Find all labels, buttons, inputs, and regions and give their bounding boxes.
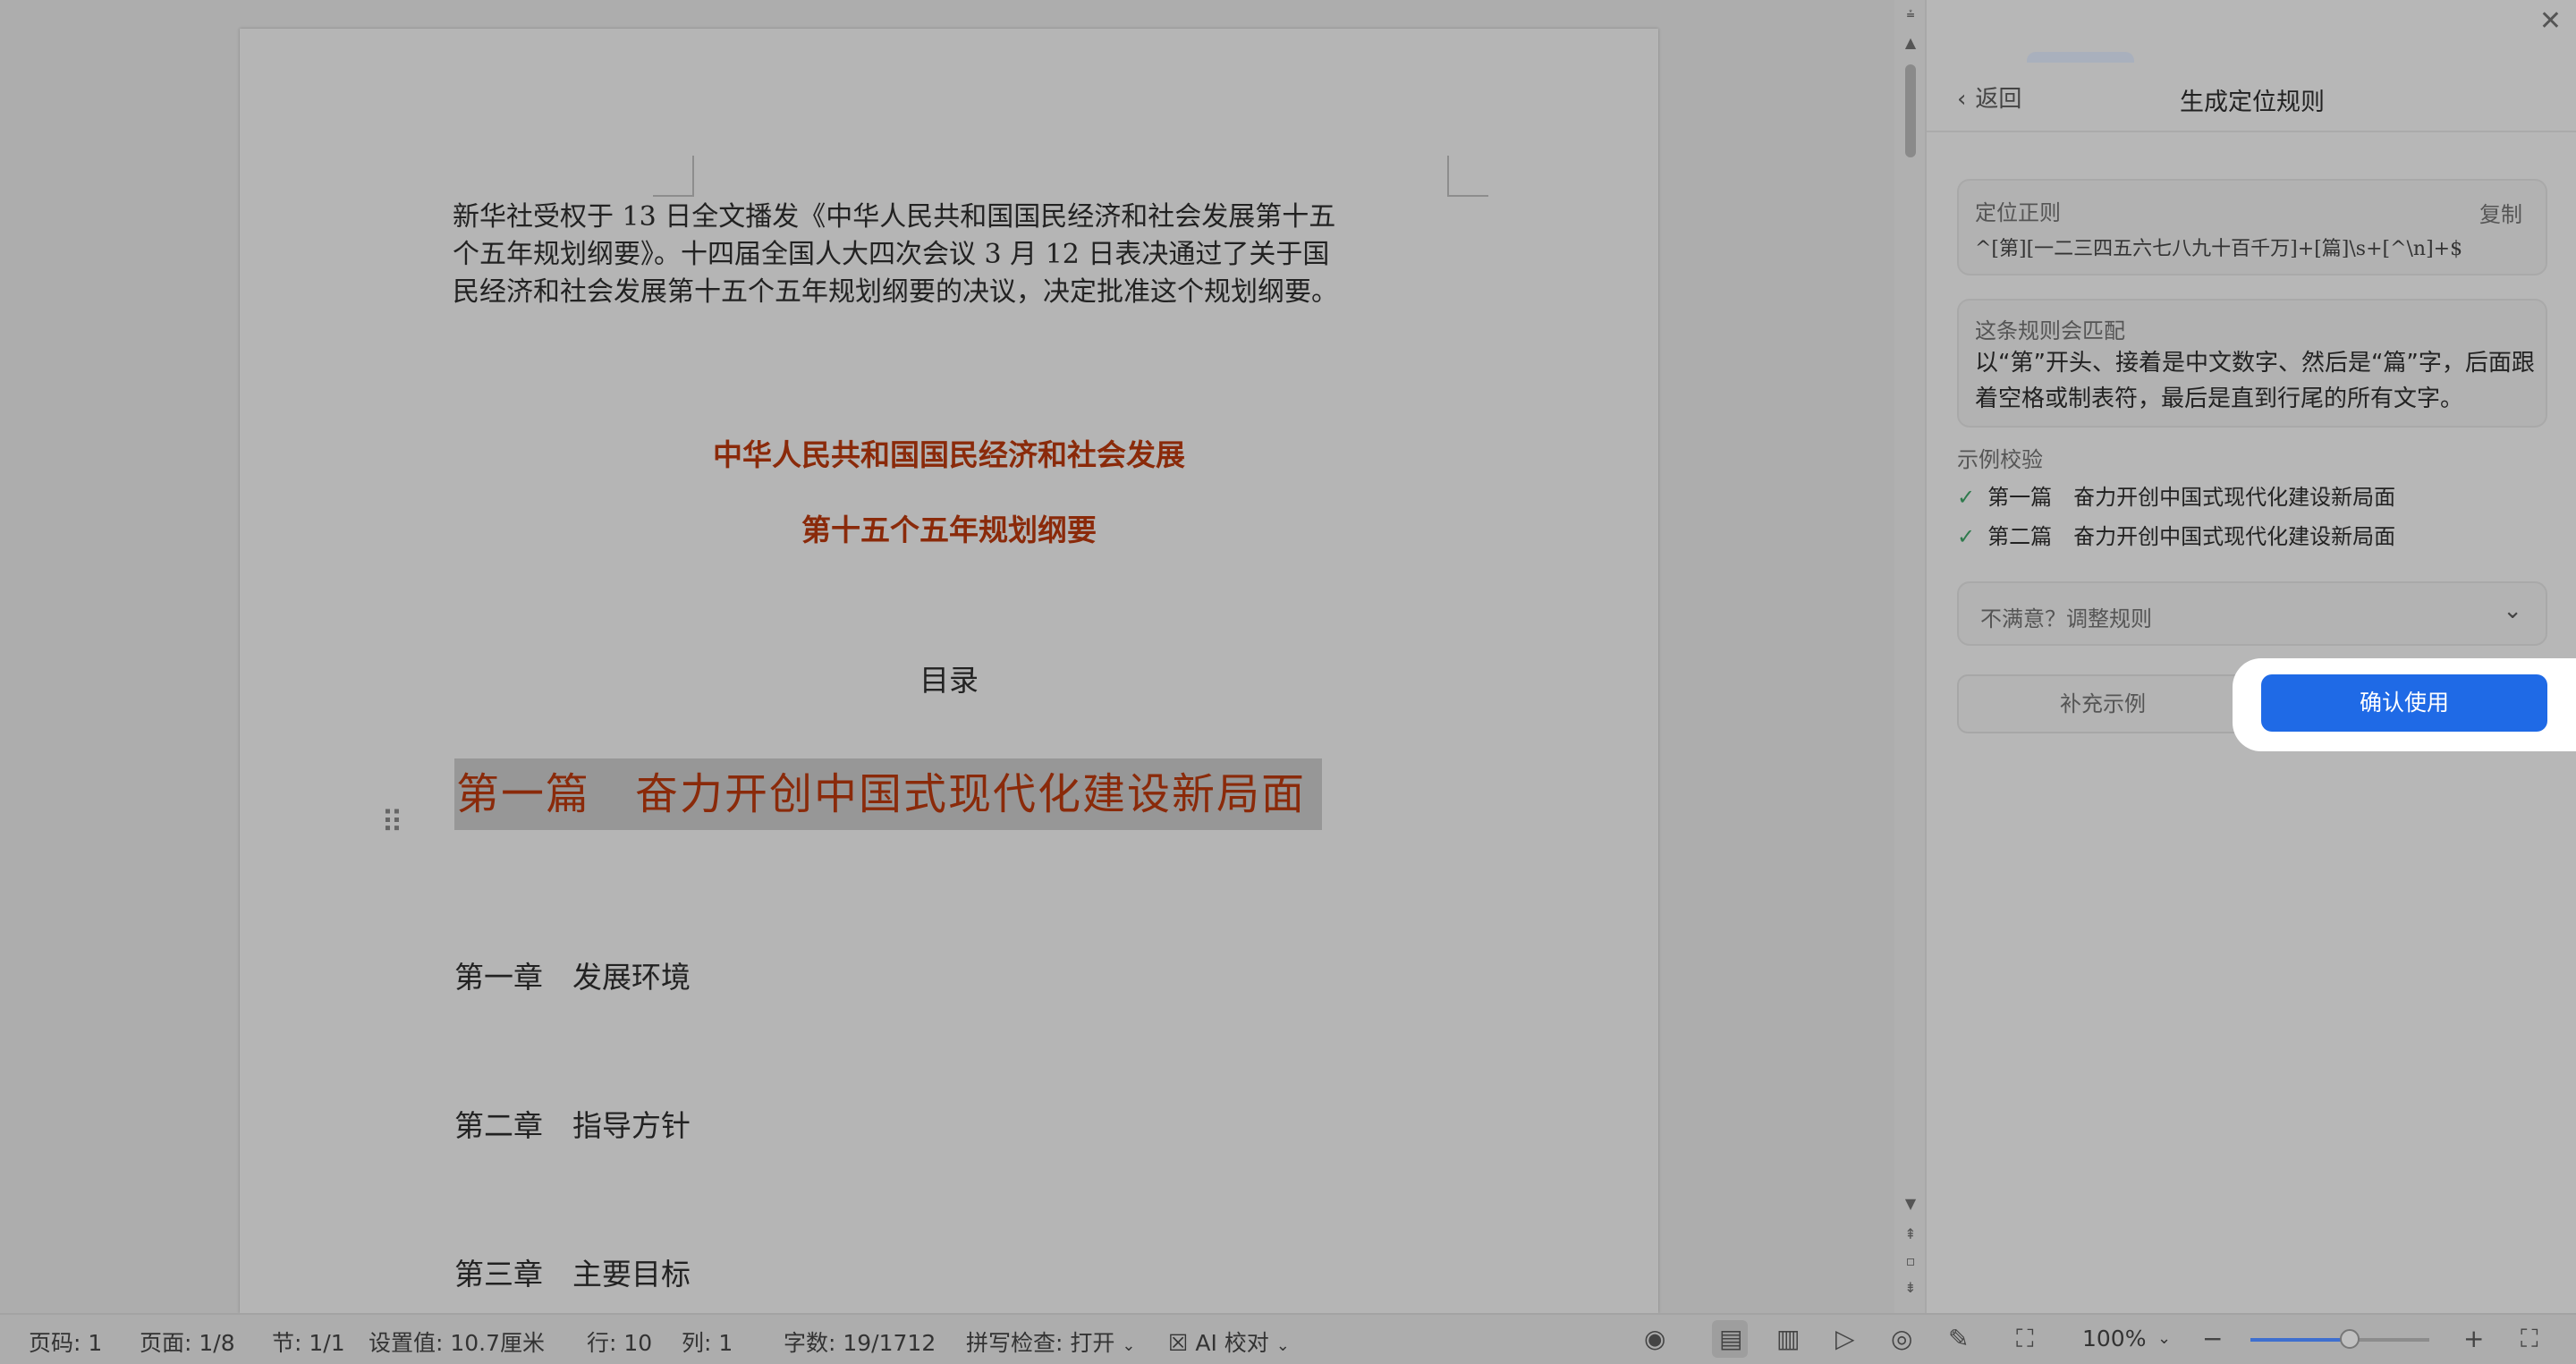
check-icon: ✓ — [1957, 524, 1976, 549]
status-bar: 页码: 1 页面: 1/8 节: 1/1 设置值: 10.7厘米 行: 10 列… — [0, 1313, 2576, 1364]
example-text: 第一篇 奋力开创中国式现代化建设新局面 — [1987, 485, 2396, 510]
regex-card: 定位正则 复制 ^[第][一二三四五六七八九十百千万]+[篇]\s+[^\n]+… — [1957, 179, 2547, 275]
zoom-slider-fill — [2250, 1338, 2349, 1342]
crop-mark-top-left — [653, 156, 694, 197]
proofread-icon: ☒ — [1168, 1330, 1189, 1356]
copy-button[interactable]: 复制 — [2479, 197, 2522, 228]
match-description: 以“第”开头、接着是中文数字、然后是“篇”字，后面跟着空格或制表符，最后是直到行… — [1975, 350, 2535, 412]
regex-value[interactable]: ^[第][一二三四五六七八九十百千万]+[篇]\s+[^\n]+$ — [1975, 233, 2462, 261]
collapse-top-icon[interactable]: ⩮ — [1902, 5, 1919, 23]
chevron-down-icon[interactable]: ⌄ — [2157, 1329, 2171, 1348]
adjust-rule-dropdown[interactable]: 不满意？调整规则 ⌄ — [1957, 581, 2547, 646]
vertical-scrollbar[interactable]: ⩮ ▲ ▼ ⇞ ▫ ⇟ — [1894, 0, 1925, 1313]
play-icon[interactable]: ▷ — [1835, 1324, 1855, 1353]
page-number[interactable]: 页码: 1 — [29, 1326, 102, 1358]
zoom-level[interactable]: 100% — [2082, 1326, 2146, 1351]
chapter-heading[interactable]: 第二章 指导方针 — [454, 1102, 691, 1145]
section-indicator[interactable]: 节: 1/1 — [272, 1326, 345, 1358]
heading-part1-selected[interactable]: 第一篇 奋力开创中国式现代化建设新局面 — [454, 758, 1323, 830]
rule-panel: ✕ ‹ 返回 生成定位规则 定位正则 复制 ^[第][一二三四五六七八九十百千万]… — [1925, 0, 2576, 1313]
ai-proofread-label: AI 校对 — [1195, 1330, 1269, 1356]
outline-view-icon[interactable]: ▥ — [1776, 1324, 1800, 1353]
scroll-down-icon[interactable]: ▼ — [1902, 1195, 1919, 1213]
panel-tab-indicator — [2027, 52, 2134, 63]
pen-icon[interactable]: ✎ — [1948, 1324, 1969, 1353]
web-view-icon[interactable]: ◎ — [1891, 1324, 1912, 1353]
chapter-heading[interactable]: 第三章 主要目标 — [454, 1250, 691, 1293]
confirm-use-button[interactable]: 确认使用 — [2261, 674, 2547, 732]
prev-page-icon[interactable]: ⇞ — [1902, 1225, 1919, 1243]
scroll-up-icon[interactable]: ▲ — [1902, 34, 1919, 52]
check-icon: ✓ — [1957, 485, 1976, 510]
example-item: ✓ 第二篇 奋力开创中国式现代化建设新局面 — [1957, 519, 2395, 550]
document-page[interactable]: 新华社受权于 13 日全文播发《中华人民共和国国民经济和社会发展第十五 个五年规… — [240, 29, 1658, 1313]
page-view-icon[interactable]: ▤ — [1719, 1324, 1742, 1353]
zoom-out-icon[interactable]: − — [2202, 1324, 2223, 1353]
spell-check-toggle[interactable]: 拼写检查: 打开 ⌄ — [966, 1326, 1135, 1358]
scrollbar-thumb[interactable] — [1905, 64, 1916, 157]
match-description-card: 这条规则会匹配 以“第”开头、接着是中文数字、然后是“篇”字，后面跟着空格或制表… — [1957, 299, 2547, 428]
document-area: 新华社受权于 13 日全文播发《中华人民共和国国民经济和社会发展第十五 个五年规… — [0, 0, 1925, 1313]
example-text: 第二篇 奋力开创中国式现代化建设新局面 — [1987, 524, 2396, 549]
panel-title: 生成定位规则 — [2180, 89, 2325, 116]
example-item: ✓ 第一篇 奋力开创中国式现代化建设新局面 — [1957, 479, 2395, 511]
crop-mark-top-right — [1447, 156, 1488, 197]
drag-handle-icon[interactable]: ⠿ — [381, 805, 403, 841]
next-page-icon[interactable]: ⇟ — [1902, 1279, 1919, 1297]
toc-heading: 目录 — [919, 663, 979, 698]
examples-title: 示例校验 — [1957, 447, 2043, 472]
intro-paragraph[interactable]: 新华社受权于 13 日全文播发《中华人民共和国国民经济和社会发展第十五 个五年规… — [453, 199, 1658, 311]
doc-title-line2: 第十五个五年规划纲要 — [801, 513, 1097, 547]
fullscreen-icon[interactable]: ⛶ — [2521, 1324, 2538, 1354]
setting-value[interactable]: 设置值: 10.7厘米 — [369, 1326, 545, 1358]
close-icon[interactable]: ✕ — [2539, 5, 2562, 37]
doc-title-line1: 中华人民共和国国民经济和社会发展 — [713, 437, 1185, 472]
page-count[interactable]: 页面: 1/8 — [140, 1326, 235, 1358]
column-indicator[interactable]: 列: 1 — [682, 1326, 733, 1358]
adjust-rule-label: 不满意？调整规则 — [1980, 606, 2152, 631]
chevron-down-icon: ⌄ — [2503, 597, 2522, 624]
eye-icon[interactable]: ◉ — [1644, 1324, 1665, 1353]
zoom-in-icon[interactable]: + — [2463, 1324, 2484, 1353]
row-indicator[interactable]: 行: 10 — [587, 1326, 652, 1358]
intro-line: 个五年规划纲要》。十四届全国人大四次会议 3 月 12 日表决通过了关于国 — [453, 239, 1330, 270]
ai-proofread-button[interactable]: ☒ AI 校对 ⌄ — [1168, 1326, 1290, 1358]
match-label: 这条规则会匹配 — [1975, 318, 2125, 343]
spell-check-label: 拼写检查: 打开 — [966, 1330, 1115, 1356]
intro-line: 民经济和社会发展第十五个五年规划纲要的决议，决定批准这个规划纲要。 — [453, 276, 1338, 308]
fit-page-icon[interactable]: ⛶ — [2016, 1324, 2034, 1354]
panel-header: ‹ 返回 生成定位规则 — [1927, 63, 2576, 132]
word-count[interactable]: 字数: 19/1712 — [784, 1326, 936, 1358]
select-object-icon[interactable]: ▫ — [1902, 1252, 1919, 1270]
add-example-button[interactable]: 补充示例 — [1957, 674, 2249, 733]
intro-line: 新华社受权于 13 日全文播发《中华人民共和国国民经济和社会发展第十五 — [453, 201, 1336, 233]
chevron-down-icon: ⌄ — [1122, 1336, 1136, 1355]
regex-label: 定位正则 — [1975, 200, 2061, 225]
zoom-slider-knob[interactable] — [2340, 1329, 2360, 1349]
chevron-down-icon: ⌄ — [1275, 1336, 1290, 1355]
chapter-heading[interactable]: 第一章 发展环境 — [454, 953, 691, 996]
